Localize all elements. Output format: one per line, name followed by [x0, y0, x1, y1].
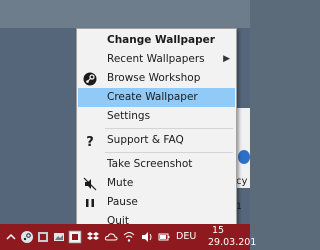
desktop-app-icon[interactable] [238, 150, 250, 164]
volume-icon[interactable] [140, 230, 154, 244]
menu-item-browse-workshop[interactable]: Browse Workshop [78, 69, 235, 88]
menu-item-label: Recent Wallpapers [107, 53, 205, 65]
steam-icon [83, 72, 97, 86]
show-hidden-icons-chevron-icon[interactable] [4, 230, 18, 244]
wifi-icon[interactable] [122, 230, 136, 244]
menu-item-support-faq[interactable]: ? Support & FAQ [78, 131, 235, 150]
taskbar: DEU 15 29.03.201 [0, 224, 256, 250]
desktop-partial-text: cy [236, 176, 248, 187]
menu-item-take-screenshot[interactable]: Take Screenshot [78, 155, 235, 174]
desktop-window-strip [0, 0, 250, 28]
menu-item-label: Mute [107, 177, 134, 189]
menu-item-pause[interactable]: Pause [78, 193, 235, 212]
tray-clock-date[interactable]: 29.03.201 [208, 237, 256, 248]
menu-item-settings[interactable]: Settings [78, 107, 235, 126]
menu-item-change-wallpaper[interactable]: Change Wallpaper [78, 31, 235, 50]
pause-icon [86, 199, 94, 207]
app-tray-icon[interactable] [36, 230, 50, 244]
menu-separator [105, 128, 233, 129]
menu-item-label: Support & FAQ [107, 134, 184, 146]
input-language-indicator[interactable]: DEU [176, 231, 196, 242]
cloud-icon[interactable] [104, 230, 118, 244]
menu-separator [105, 152, 233, 153]
battery-icon[interactable] [157, 230, 171, 244]
svg-text:?: ? [86, 135, 94, 148]
steam-tray-icon[interactable] [20, 230, 34, 244]
menu-item-mute[interactable]: Mute [78, 174, 235, 193]
menu-item-label: Browse Workshop [107, 72, 201, 84]
photo-tray-icon[interactable] [52, 230, 66, 244]
menu-item-create-wallpaper[interactable]: Create Wallpaper [78, 88, 235, 107]
menu-item-label: Create Wallpaper [107, 91, 198, 103]
mute-icon [83, 177, 97, 191]
menu-item-label: Settings [107, 110, 151, 122]
menu-item-label: Take Screenshot [107, 158, 193, 170]
menu-item-label: Change Wallpaper [107, 34, 215, 46]
question-icon: ? [86, 135, 94, 148]
wallpaper-context-menu: Change Wallpaper Recent Wallpapers ▶ Bro… [76, 28, 237, 232]
wallpaper-engine-tray-icon[interactable] [68, 230, 82, 244]
submenu-arrow-icon: ▶ [223, 54, 230, 64]
menu-item-recent-wallpapers[interactable]: Recent Wallpapers ▶ [78, 50, 235, 69]
menu-item-label: Pause [107, 196, 138, 208]
dropbox-icon[interactable] [86, 230, 100, 244]
tray-clock-time[interactable]: 15 [212, 225, 224, 236]
